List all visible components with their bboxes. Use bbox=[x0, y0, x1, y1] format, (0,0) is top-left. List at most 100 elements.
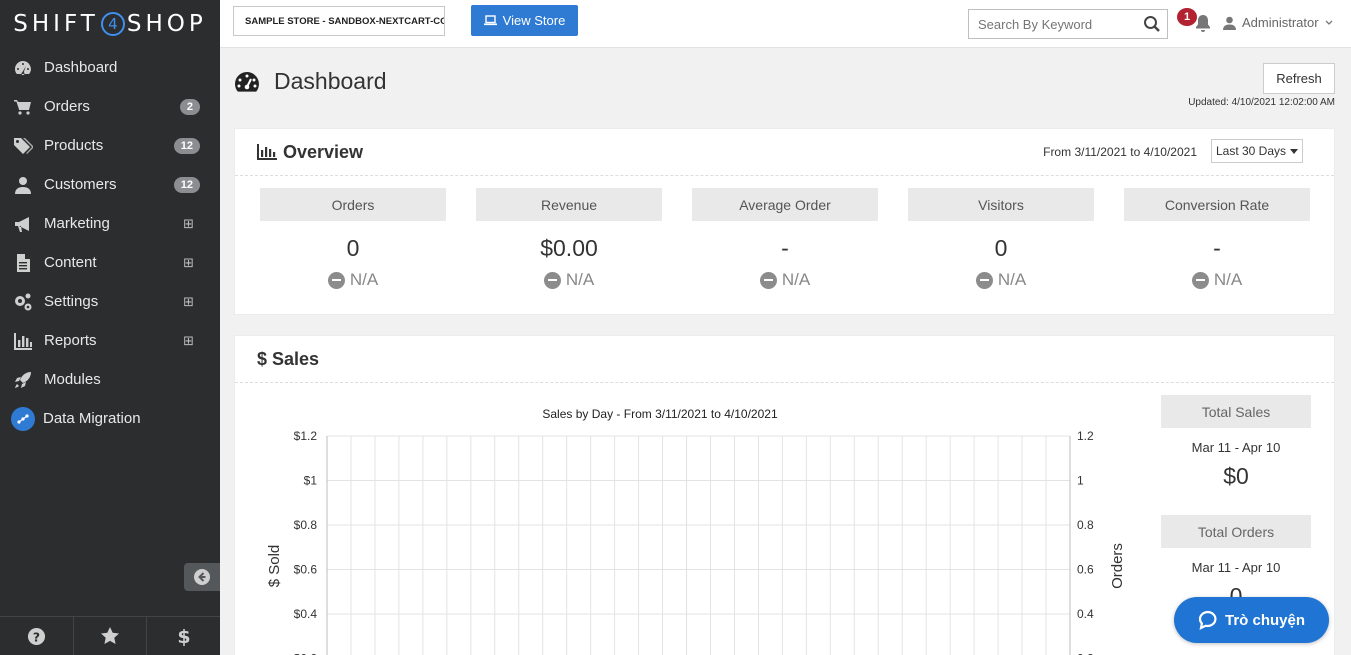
date-range-dropdown-label: Last 30 Days bbox=[1215, 144, 1287, 158]
chevron-down-icon bbox=[1325, 20, 1333, 25]
sidebar-item-label: Marketing bbox=[44, 215, 110, 232]
view-store-label: View Store bbox=[502, 13, 566, 28]
page-title-text: Dashboard bbox=[274, 68, 387, 94]
stat-average-order: Average Order - N/A bbox=[692, 188, 878, 290]
sales-header: $ Sales bbox=[235, 336, 1334, 383]
overview-title: Overview bbox=[283, 141, 364, 162]
products-count-badge: 12 bbox=[173, 137, 200, 154]
sidebar-item-reports[interactable]: Reports ⊞ bbox=[0, 321, 220, 360]
chart-y-tick-label-left: $1 bbox=[304, 474, 318, 488]
dashboard-icon bbox=[235, 71, 259, 92]
user-name: Administrator bbox=[1242, 15, 1319, 30]
stat-change: N/A bbox=[908, 270, 1094, 290]
sidebar-item-label: Orders bbox=[44, 98, 90, 115]
search-box[interactable] bbox=[968, 9, 1168, 39]
total-sales-label: Total Sales bbox=[1161, 395, 1311, 428]
sidebar-item-dashboard[interactable]: Dashboard bbox=[0, 48, 220, 87]
favorites-button[interactable] bbox=[74, 617, 148, 655]
sidebar-item-products[interactable]: Products 12 bbox=[0, 126, 220, 165]
total-sales-value: $0 bbox=[1223, 463, 1249, 489]
chart-grid bbox=[326, 435, 1071, 655]
minus-circle-icon bbox=[759, 271, 777, 289]
expand-icon[interactable]: ⊞ bbox=[183, 294, 194, 310]
sidebar-item-orders[interactable]: Orders 2 bbox=[0, 87, 220, 126]
chart-y-axis-label-right: Orders bbox=[1109, 543, 1126, 589]
stat-value: 0 bbox=[994, 235, 1008, 261]
stat-change-text: N/A bbox=[349, 270, 379, 289]
svg-text:$: $ bbox=[177, 626, 190, 646]
chart-y-tick-label-right: 0.8 bbox=[1077, 518, 1094, 532]
chart-y-tick-label-left: $0.8 bbox=[294, 518, 318, 532]
orders-count-badge: 2 bbox=[179, 98, 200, 115]
bullhorn-icon bbox=[12, 213, 34, 235]
logo-four-circle: 4 bbox=[100, 12, 125, 36]
star-icon bbox=[101, 627, 119, 644]
overview-stats: Orders 0 N/A Revenue $0.00 N/A Average O… bbox=[260, 188, 1310, 290]
chart-y-axis-right: 0.2 0.4 0.6 0.8 1 1.2 bbox=[1077, 429, 1094, 655]
user-menu[interactable]: Administrator bbox=[1223, 15, 1333, 30]
date-range-text: From 3/11/2021 to 4/10/2021 bbox=[1043, 145, 1197, 159]
stat-label: Orders bbox=[260, 188, 446, 221]
expand-icon[interactable]: ⊞ bbox=[183, 333, 194, 349]
sidebar-item-data-migration[interactable]: Data Migration bbox=[0, 399, 220, 438]
chat-button[interactable]: Trò chuyện bbox=[1174, 597, 1329, 643]
stat-value: - bbox=[781, 235, 789, 261]
dashboard-icon bbox=[12, 57, 34, 79]
user-icon bbox=[12, 174, 34, 196]
store-selector[interactable]: SAMPLE STORE - SANDBOX-NEXTCART-COM bbox=[233, 6, 445, 36]
tags-icon bbox=[12, 135, 34, 157]
overview-panel: Overview From 3/11/2021 to 4/10/2021 Las… bbox=[234, 128, 1335, 315]
sidebar-item-content[interactable]: Content ⊞ bbox=[0, 243, 220, 282]
total-orders-label: Total Orders bbox=[1161, 515, 1311, 548]
dollar-icon: $ bbox=[177, 626, 190, 646]
date-range-dropdown[interactable]: Last 30 Days bbox=[1211, 139, 1303, 163]
logo-text-right: SHOP bbox=[126, 11, 207, 37]
expand-icon[interactable]: ⊞ bbox=[183, 216, 194, 232]
stat-label: Visitors bbox=[908, 188, 1094, 221]
cart-icon bbox=[12, 96, 34, 118]
minus-circle-icon bbox=[975, 271, 993, 289]
collapse-sidebar-button[interactable] bbox=[184, 563, 220, 591]
logo-text-left: SHIFT bbox=[13, 11, 99, 37]
bar-chart-icon bbox=[12, 330, 34, 352]
stat-value: 0 bbox=[346, 235, 360, 261]
sales-by-day-chart: $0.2$0.4$0.6$0.8$1$1.2 0.20.40.60.811.2 … bbox=[266, 429, 1126, 655]
sidebar-item-label: Dashboard bbox=[44, 59, 118, 76]
chart-y-axis-left: $0.2 $0.4 $0.6 $0.8 $1 $1.2 bbox=[294, 429, 318, 655]
sidebar-item-label: Reports bbox=[44, 332, 97, 349]
stat-change-text: N/A bbox=[997, 270, 1027, 289]
stat-visitors: Visitors 0 N/A bbox=[908, 188, 1094, 290]
minus-circle-icon bbox=[1191, 271, 1209, 289]
total-orders-range: Mar 11 - Apr 10 bbox=[1191, 560, 1281, 575]
sidebar-item-label: Customers bbox=[44, 176, 117, 193]
help-button[interactable]: ? bbox=[0, 617, 74, 655]
bar-chart-icon bbox=[257, 144, 277, 160]
sidebar-nav: Dashboard Orders 2 Products 12 Customers… bbox=[0, 48, 220, 438]
gears-icon bbox=[12, 291, 34, 313]
expand-icon[interactable]: ⊞ bbox=[183, 255, 194, 271]
main-content: Dashboard Refresh Updated: 4/10/2021 12:… bbox=[220, 48, 1351, 655]
search-input[interactable] bbox=[978, 16, 1138, 32]
stat-change: N/A bbox=[476, 270, 662, 290]
view-store-button[interactable]: View Store bbox=[471, 5, 578, 36]
sidebar-item-customers[interactable]: Customers 12 bbox=[0, 165, 220, 204]
bell-icon[interactable] bbox=[1194, 14, 1212, 33]
chat-bubble-icon bbox=[1198, 610, 1217, 630]
sidebar-item-modules[interactable]: Modules bbox=[0, 360, 220, 399]
sidebar-item-settings[interactable]: Settings ⊞ bbox=[0, 282, 220, 321]
chart-y-tick-label-right: 0.6 bbox=[1077, 563, 1094, 577]
caret-down-icon bbox=[1290, 148, 1299, 154]
minus-circle-icon bbox=[327, 271, 345, 289]
updated-timestamp: Updated: 4/10/2021 12:02:00 AM bbox=[1188, 97, 1335, 108]
chart-y-tick-label-right: 0.4 bbox=[1077, 607, 1094, 621]
refresh-button[interactable]: Refresh bbox=[1263, 63, 1335, 94]
sales-panel: $ Sales Sales by Day - From 3/11/2021 to… bbox=[234, 335, 1335, 655]
shift4shop-logo[interactable]: SHIFT 4 SHOP bbox=[0, 0, 220, 48]
stat-change: N/A bbox=[260, 270, 446, 290]
sidebar-item-marketing[interactable]: Marketing ⊞ bbox=[0, 204, 220, 243]
billing-button[interactable]: $ bbox=[147, 617, 220, 655]
chart-y-axis-label-left: $ Sold bbox=[266, 545, 283, 588]
stat-value: $0.00 bbox=[540, 235, 598, 261]
chart-y-tick-label-right: 1 bbox=[1077, 474, 1084, 488]
search-icon[interactable] bbox=[1143, 15, 1161, 33]
